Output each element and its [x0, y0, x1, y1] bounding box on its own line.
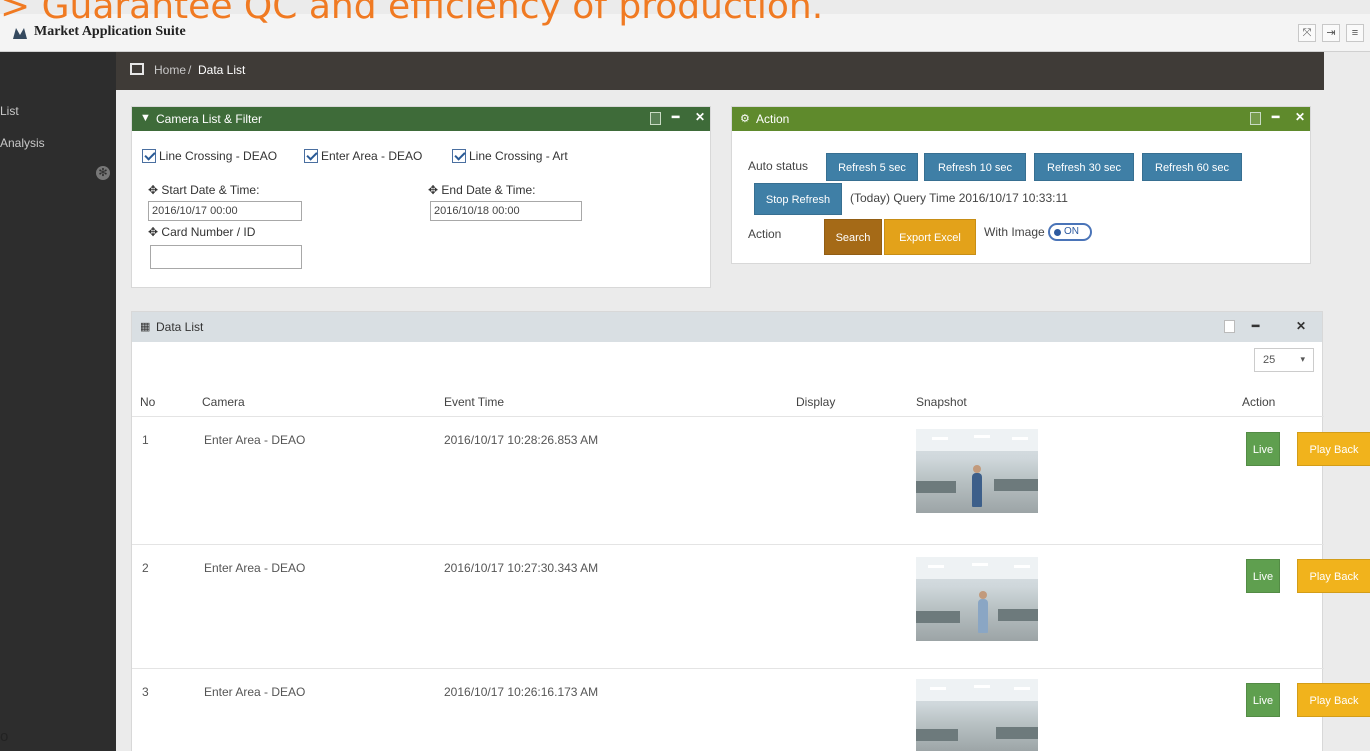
panel-minimize-icon[interactable]: ━	[672, 110, 679, 124]
page-size-value: 25	[1263, 354, 1276, 366]
camera-checkbox-label: Line Crossing - Art	[469, 149, 568, 163]
cell-no: 1	[142, 433, 149, 447]
checkbox-checked-icon[interactable]	[452, 149, 466, 163]
col-header-camera[interactable]: Camera	[202, 395, 245, 409]
camera-checkbox-2[interactable]: Enter Area - DEAO	[304, 149, 422, 163]
play-back-button[interactable]: Play Back	[1297, 432, 1370, 466]
cell-camera: Enter Area - DEAO	[204, 685, 306, 699]
move-icon: ✥	[148, 225, 159, 239]
breadcrumb: Home / Data List	[116, 52, 1324, 90]
end-date-input[interactable]: 2016/10/18 00:00	[430, 201, 582, 221]
table-header-divider	[132, 416, 1324, 417]
col-header-event-time[interactable]: Event Time	[444, 395, 504, 409]
query-time-text: (Today) Query Time 2016/10/17 10:33:11	[850, 191, 1068, 205]
panel-close-icon[interactable]: ✕	[1295, 110, 1305, 124]
refresh-5-button[interactable]: Refresh 5 sec	[826, 153, 918, 181]
breadcrumb-home-link[interactable]: Home	[154, 63, 186, 77]
camera-filter-title: Camera List & Filter	[156, 112, 263, 126]
live-button[interactable]: Live	[1246, 432, 1280, 466]
card-number-input[interactable]	[150, 245, 302, 269]
search-button[interactable]: Search	[824, 219, 882, 255]
panel-settings-icon[interactable]	[1224, 320, 1235, 333]
data-list-panel: ▦ Data List ━ ✕ 25 ▾ No Camera Event Tim…	[131, 311, 1370, 751]
cell-event-time: 2016/10/17 10:27:30.343 AM	[444, 561, 599, 575]
screenshot-root: > Guarantee QC and efficiency of product…	[0, 0, 1370, 751]
card-number-label: ✥ Card Number / ID	[148, 225, 256, 239]
cell-event-time: 2016/10/17 10:26:16.173 AM	[444, 685, 599, 699]
col-header-no[interactable]: No	[140, 395, 155, 409]
panel-close-icon[interactable]: ✕	[1296, 319, 1306, 333]
camera-checkbox-label: Enter Area - DEAO	[321, 149, 423, 163]
col-header-action[interactable]: Action	[1242, 395, 1275, 409]
stop-refresh-button[interactable]: Stop Refresh	[754, 183, 842, 215]
row-divider	[132, 668, 1324, 669]
sidebar: List Analysis ✻	[0, 52, 116, 751]
end-date-label: ✥ End Date & Time:	[428, 183, 536, 197]
data-list-header: ▦ Data List ━ ✕	[132, 312, 1322, 342]
row-divider	[132, 544, 1324, 545]
cell-camera: Enter Area - DEAO	[204, 433, 306, 447]
logout-icon[interactable]: ⇥	[1322, 24, 1340, 42]
col-header-snapshot[interactable]: Snapshot	[916, 395, 967, 409]
panel-close-icon[interactable]: ✕	[695, 110, 705, 124]
live-button[interactable]: Live	[1246, 559, 1280, 593]
camera-filter-header: ▼ Camera List & Filter ━ ✕	[132, 107, 710, 131]
sidebar-item-analysis[interactable]: Analysis	[0, 136, 45, 150]
fullscreen-icon[interactable]: ⤧	[1298, 24, 1316, 42]
breadcrumb-separator: /	[188, 63, 192, 77]
move-icon: ✥	[148, 183, 159, 197]
slide-headline: > Guarantee QC and efficiency of product…	[0, 0, 824, 27]
action-header: ⚙ Action ━ ✕	[732, 107, 1310, 131]
menu-icon[interactable]: ≡	[1346, 24, 1364, 42]
start-date-label: ✥ Start Date & Time:	[148, 183, 260, 197]
camera-checkbox-label: Line Crossing - DEAO	[159, 149, 278, 163]
camera-filter-panel: ▼ Camera List & Filter ━ ✕ Line Crossing…	[131, 106, 711, 288]
play-back-button[interactable]: Play Back	[1297, 683, 1370, 717]
sidebar-collapse-icon[interactable]: ✻	[96, 166, 110, 180]
refresh-30-button[interactable]: Refresh 30 sec	[1034, 153, 1134, 181]
camera-checkbox-3[interactable]: Line Crossing - Art	[452, 149, 568, 163]
monitor-icon	[130, 63, 144, 75]
filter-icon: ▼	[140, 112, 151, 124]
panel-minimize-icon[interactable]: ━	[1272, 110, 1279, 124]
table-icon: ▦	[140, 321, 151, 333]
cell-no: 3	[142, 685, 149, 699]
snapshot-image[interactable]	[916, 429, 1038, 513]
snapshot-image[interactable]	[916, 557, 1038, 641]
export-excel-button[interactable]: Export Excel	[884, 219, 976, 255]
data-list-title: Data List	[156, 320, 204, 334]
cell-no: 2	[142, 561, 149, 575]
camera-checkbox-1[interactable]: Line Crossing - DEAO	[142, 149, 277, 163]
panel-settings-icon[interactable]	[1250, 112, 1261, 125]
page-size-select[interactable]: 25 ▾	[1254, 348, 1314, 372]
action-label: Action	[748, 227, 782, 241]
cell-event-time: 2016/10/17 10:28:26.853 AM	[444, 433, 599, 447]
slide-bullet-stub: o	[0, 728, 9, 745]
action-title: Action	[756, 112, 790, 126]
refresh-10-button[interactable]: Refresh 10 sec	[924, 153, 1026, 181]
app-logo-icon	[13, 28, 27, 39]
live-button[interactable]: Live	[1246, 683, 1280, 717]
breadcrumb-current: Data List	[198, 63, 246, 77]
move-icon: ✥	[428, 183, 439, 197]
play-back-button[interactable]: Play Back	[1297, 559, 1370, 593]
action-panel: ⚙ Action ━ ✕ Auto status Refresh 5 sec R…	[731, 106, 1311, 264]
with-image-toggle[interactable]: ON	[1048, 223, 1092, 241]
checkbox-checked-icon[interactable]	[304, 149, 318, 163]
chevron-down-icon: ▾	[1300, 354, 1305, 364]
with-image-label: With Image	[984, 225, 1045, 239]
checkbox-checked-icon[interactable]	[142, 149, 156, 163]
cogs-icon: ⚙	[740, 113, 750, 125]
cell-camera: Enter Area - DEAO	[204, 561, 306, 575]
auto-status-label: Auto status	[748, 159, 809, 173]
start-date-input[interactable]: 2016/10/17 00:00	[148, 201, 302, 221]
panel-settings-icon[interactable]	[650, 112, 661, 125]
sidebar-item-list[interactable]: List	[0, 104, 19, 118]
snapshot-image[interactable]	[916, 679, 1038, 751]
col-header-display[interactable]: Display	[796, 395, 835, 409]
refresh-60-button[interactable]: Refresh 60 sec	[1142, 153, 1242, 181]
panel-minimize-icon[interactable]: ━	[1252, 319, 1259, 333]
